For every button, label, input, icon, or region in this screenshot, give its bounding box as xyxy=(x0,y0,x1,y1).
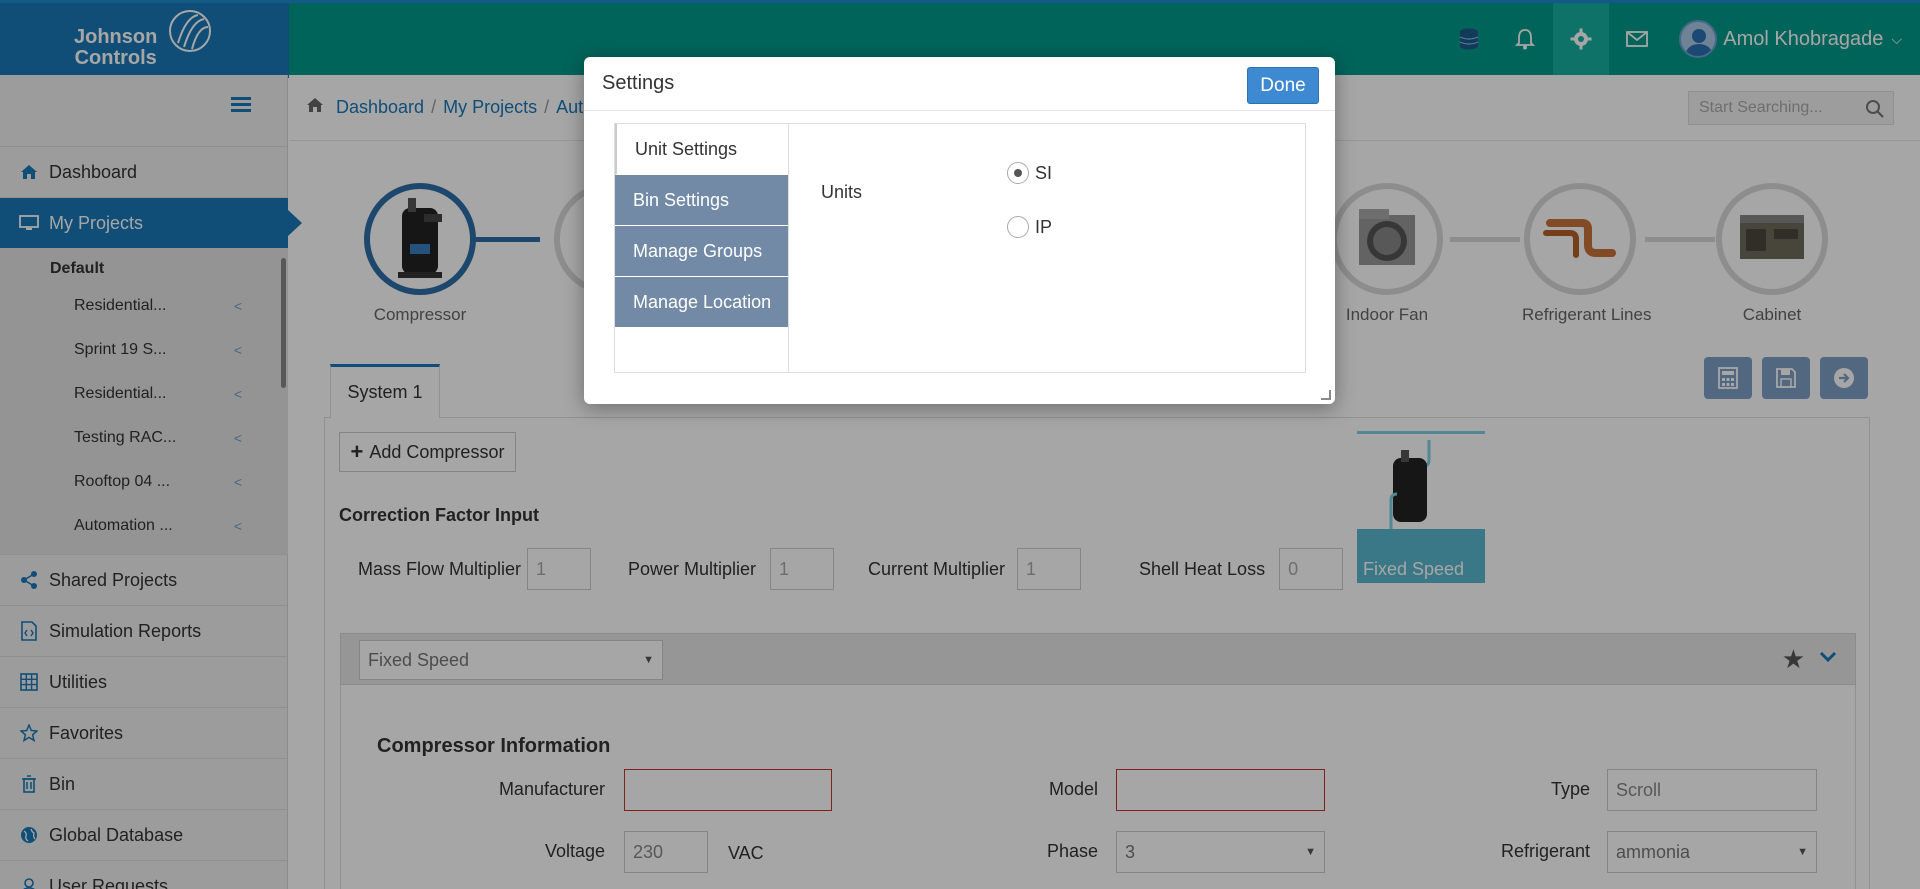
tab-unit-settings[interactable]: Unit Settings xyxy=(615,124,788,175)
units-label: Units xyxy=(821,182,863,202)
radio-button[interactable] xyxy=(1007,216,1029,238)
resize-handle[interactable] xyxy=(1321,390,1331,400)
settings-modal: Settings Done Unit Settings Bin Settings… xyxy=(584,57,1335,404)
radio-ip[interactable]: IP xyxy=(1007,216,1052,238)
radio-button[interactable] xyxy=(1007,162,1029,184)
modal-title: Settings xyxy=(602,72,675,94)
radio-si[interactable]: SI xyxy=(1007,162,1052,184)
tab-manage-groups[interactable]: Manage Groups xyxy=(615,226,788,277)
unit-settings-content: Units SI IP xyxy=(788,124,1305,372)
tab-bin-settings[interactable]: Bin Settings xyxy=(615,175,788,226)
tab-manage-location[interactable]: Manage Location xyxy=(615,277,788,328)
settings-tabs: Unit Settings Bin Settings Manage Groups… xyxy=(615,124,788,328)
done-button[interactable]: Done xyxy=(1247,67,1319,104)
